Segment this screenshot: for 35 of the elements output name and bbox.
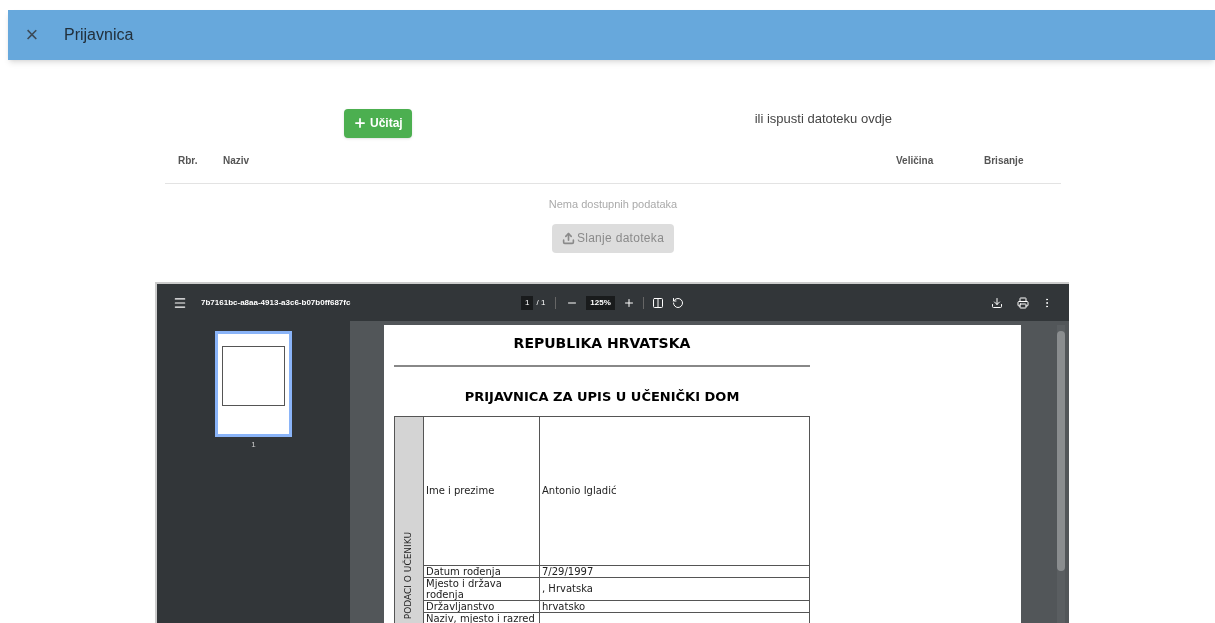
- plus-icon: [353, 116, 367, 130]
- section-label: PODACI O UČENIKU: [402, 532, 415, 620]
- download-icon[interactable]: [991, 296, 1003, 309]
- thumbnail-label: 1: [251, 439, 256, 451]
- print-icon[interactable]: [1017, 296, 1029, 309]
- column-header: Brisanje: [984, 154, 1025, 168]
- column-header: Veličina: [896, 154, 935, 168]
- page-thumbnail[interactable]: [215, 331, 292, 437]
- field-label: Državljanstvo: [424, 600, 540, 612]
- page-number-field[interactable]: 1: [521, 295, 534, 310]
- field-label: Datum rođenja: [424, 565, 540, 577]
- drop-hint: ili ispusti datoteku ovdje: [754, 110, 892, 129]
- rotate-icon[interactable]: [671, 296, 684, 309]
- field-label: Ime i prezime: [424, 416, 540, 565]
- field-value: hrvatsko: [541, 600, 587, 612]
- field-value: , Hrvatska: [541, 583, 594, 594]
- document-title: PRIJAVNICA ZA UPIS U UČENIČKI DOM: [463, 388, 741, 406]
- window-title: Prijavnica: [64, 25, 134, 45]
- field-value: Antonio Igladić: [541, 485, 618, 496]
- zoom-field[interactable]: 125%: [586, 295, 615, 310]
- zoom-in-icon[interactable]: [622, 296, 635, 309]
- column-header: Rbr.: [178, 154, 199, 168]
- close-button[interactable]: ×: [22, 24, 42, 46]
- fit-page-icon[interactable]: [651, 296, 664, 309]
- document-heading: REPUBLIKA HRVATSKA: [512, 334, 692, 353]
- column-header: Naziv: [223, 154, 251, 168]
- upload-button[interactable]: Učitaj: [344, 108, 412, 138]
- page-count: / 1: [536, 296, 546, 309]
- field-label: Naziv, mjesto i razred: [424, 612, 540, 623]
- upload-icon: [561, 231, 575, 245]
- file-name: 7b7161bc-a8aa-4913-a3c6-b07b0ff687fc: [201, 296, 352, 309]
- menu-icon[interactable]: [173, 295, 187, 310]
- empty-message: Nema dostupnih podataka: [548, 197, 678, 212]
- field-value: 7/29/1997: [541, 565, 595, 577]
- field-label: Mjesto i država rođenja: [424, 577, 540, 600]
